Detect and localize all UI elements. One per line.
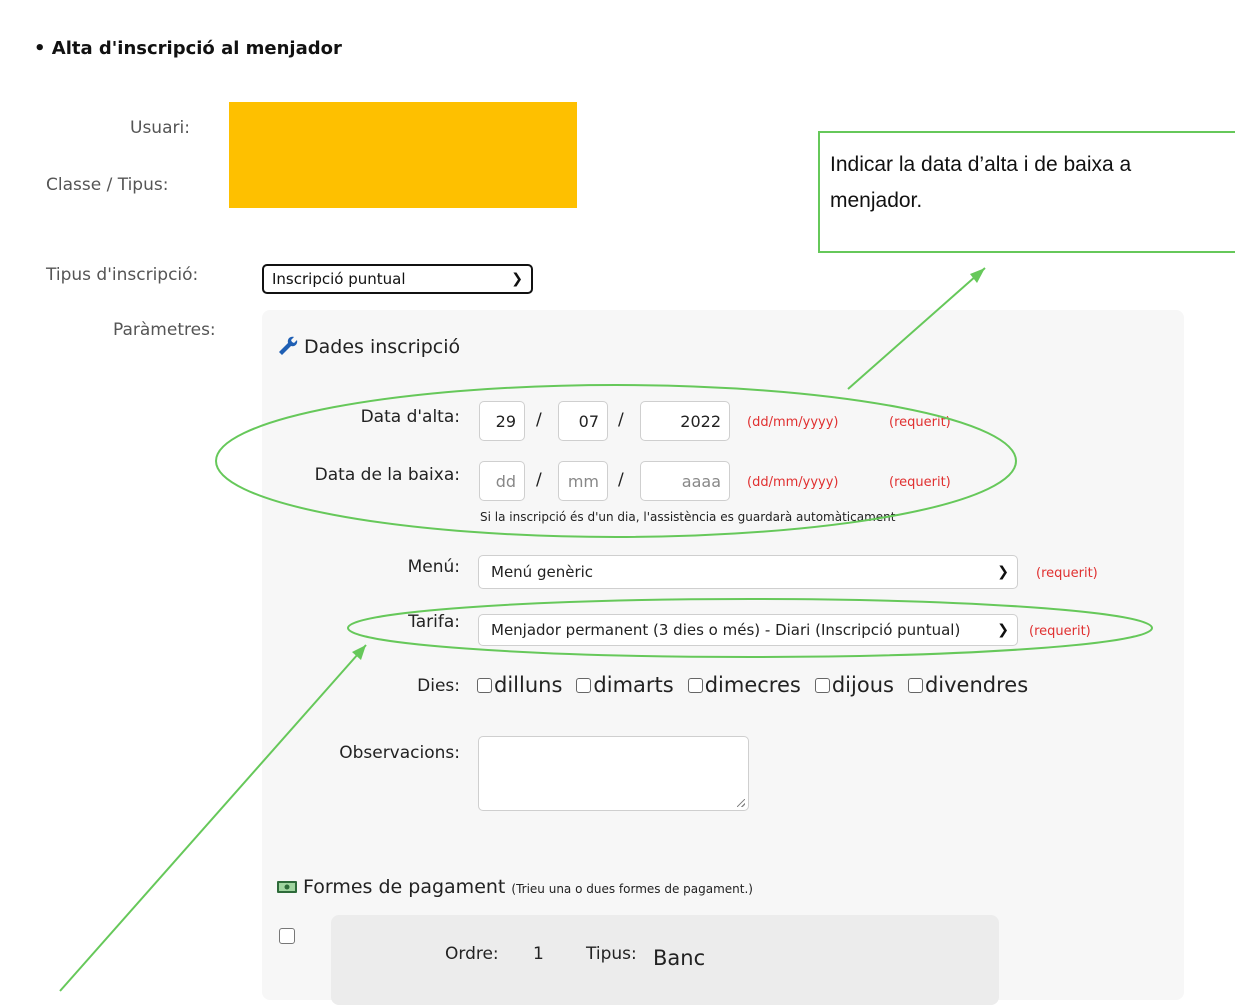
chevron-down-icon: ❯ bbox=[997, 622, 1009, 638]
date-separator: / bbox=[536, 410, 542, 430]
menu-select[interactable]: Menú genèric ❯ bbox=[478, 555, 1018, 589]
chevron-down-icon: ❯ bbox=[997, 564, 1009, 580]
data-alta-label: Data d'alta: bbox=[360, 407, 460, 427]
date-separator: / bbox=[536, 470, 542, 490]
date-separator: / bbox=[618, 470, 624, 490]
annotation-callout: Indicar la data d’alta i de baixa a menj… bbox=[818, 131, 1235, 253]
callout-line-2: menjador. bbox=[830, 189, 923, 212]
menu-required: (requerit) bbox=[1036, 566, 1098, 581]
page-title: • Alta d'inscripció al menjador bbox=[34, 38, 342, 59]
resize-handle[interactable] bbox=[737, 799, 745, 807]
tipus-inscripcio-label: Tipus d'inscripció: bbox=[46, 265, 199, 285]
data-alta-month-input[interactable]: 07 bbox=[558, 401, 608, 441]
data-baixa-label: Data de la baixa: bbox=[314, 465, 460, 485]
ordre-label: Ordre: bbox=[445, 944, 499, 964]
tarifa-select[interactable]: Menjador permanent (3 dies o més) - Diar… bbox=[478, 614, 1018, 646]
data-baixa-day-input[interactable]: dd bbox=[479, 461, 525, 501]
money-icon bbox=[277, 876, 297, 898]
tarifa-required: (requerit) bbox=[1029, 624, 1091, 639]
menu-select-value: Menú genèric bbox=[491, 563, 594, 581]
usuari-label: Usuari: bbox=[130, 118, 190, 138]
day-checkbox[interactable] bbox=[477, 677, 492, 693]
classe-label: Classe / Tipus: bbox=[46, 175, 169, 195]
dies-label: Dies: bbox=[417, 676, 460, 696]
chevron-down-icon: ❯ bbox=[511, 271, 523, 287]
menu-label: Menú: bbox=[407, 557, 460, 577]
data-baixa-required: (requerit) bbox=[889, 475, 951, 490]
ordre-value: 1 bbox=[533, 944, 544, 964]
payment-methods-title: Formes de pagament (Trieu una o dues for… bbox=[277, 876, 753, 898]
payment-methods-label: Formes de pagament bbox=[303, 876, 506, 898]
data-alta-format: (dd/mm/yyyy) bbox=[747, 415, 839, 430]
data-alta-required: (requerit) bbox=[889, 415, 951, 430]
day-checkbox[interactable] bbox=[576, 677, 592, 693]
day-dijous[interactable]: dijous bbox=[814, 673, 894, 697]
day-label: dimecres bbox=[704, 673, 801, 697]
data-alta-day-input[interactable]: 29 bbox=[479, 401, 525, 441]
day-dimecres[interactable]: dimecres bbox=[687, 673, 801, 697]
tipus-pagament-label: Tipus: bbox=[586, 944, 637, 964]
wrench-icon bbox=[276, 333, 298, 360]
parametres-label: Paràmetres: bbox=[113, 320, 216, 340]
day-label: divendres bbox=[924, 673, 1029, 697]
data-baixa-format: (dd/mm/yyyy) bbox=[747, 475, 839, 490]
observacions-textarea[interactable] bbox=[478, 736, 749, 811]
date-separator: / bbox=[618, 410, 624, 430]
day-checkbox[interactable] bbox=[687, 677, 703, 693]
panel-header-label: Dades inscripció bbox=[304, 335, 461, 358]
callout-line-1: Indicar la data d’alta i de baixa a bbox=[830, 153, 1132, 176]
tarifa-label: Tarifa: bbox=[408, 612, 460, 632]
days-checkbox-group: dilluns dimarts dimecres dijous divendre… bbox=[477, 673, 1028, 697]
tipus-inscripcio-value: Inscripció puntual bbox=[272, 270, 406, 288]
tipus-pagament-value: Banc bbox=[653, 946, 706, 970]
payment-methods-note: (Trieu una o dues formes de pagament.) bbox=[511, 882, 753, 896]
single-day-hint: Si la inscripció és d'un dia, l'assistèn… bbox=[480, 510, 896, 524]
data-baixa-year-input[interactable]: aaaa bbox=[640, 461, 730, 501]
day-dimarts[interactable]: dimarts bbox=[576, 673, 674, 697]
day-label: dijous bbox=[831, 673, 894, 697]
tipus-inscripcio-select[interactable]: Inscripció puntual ❯ bbox=[262, 264, 533, 294]
payment-method-checkbox[interactable] bbox=[279, 928, 295, 944]
data-baixa-month-input[interactable]: mm bbox=[558, 461, 608, 501]
data-alta-year-input[interactable]: 2022 bbox=[640, 401, 730, 441]
tarifa-select-value: Menjador permanent (3 dies o més) - Diar… bbox=[491, 621, 961, 639]
day-checkbox[interactable] bbox=[907, 677, 923, 693]
redacted-user-info bbox=[229, 102, 577, 208]
day-label: dimarts bbox=[593, 673, 674, 697]
day-label: dilluns bbox=[494, 673, 563, 697]
day-divendres[interactable]: divendres bbox=[907, 673, 1029, 697]
day-dilluns[interactable]: dilluns bbox=[477, 673, 562, 697]
observacions-label: Observacions: bbox=[339, 743, 460, 763]
panel-header: Dades inscripció bbox=[276, 333, 460, 360]
day-checkbox[interactable] bbox=[814, 677, 830, 693]
callout-arrowhead bbox=[970, 268, 985, 283]
